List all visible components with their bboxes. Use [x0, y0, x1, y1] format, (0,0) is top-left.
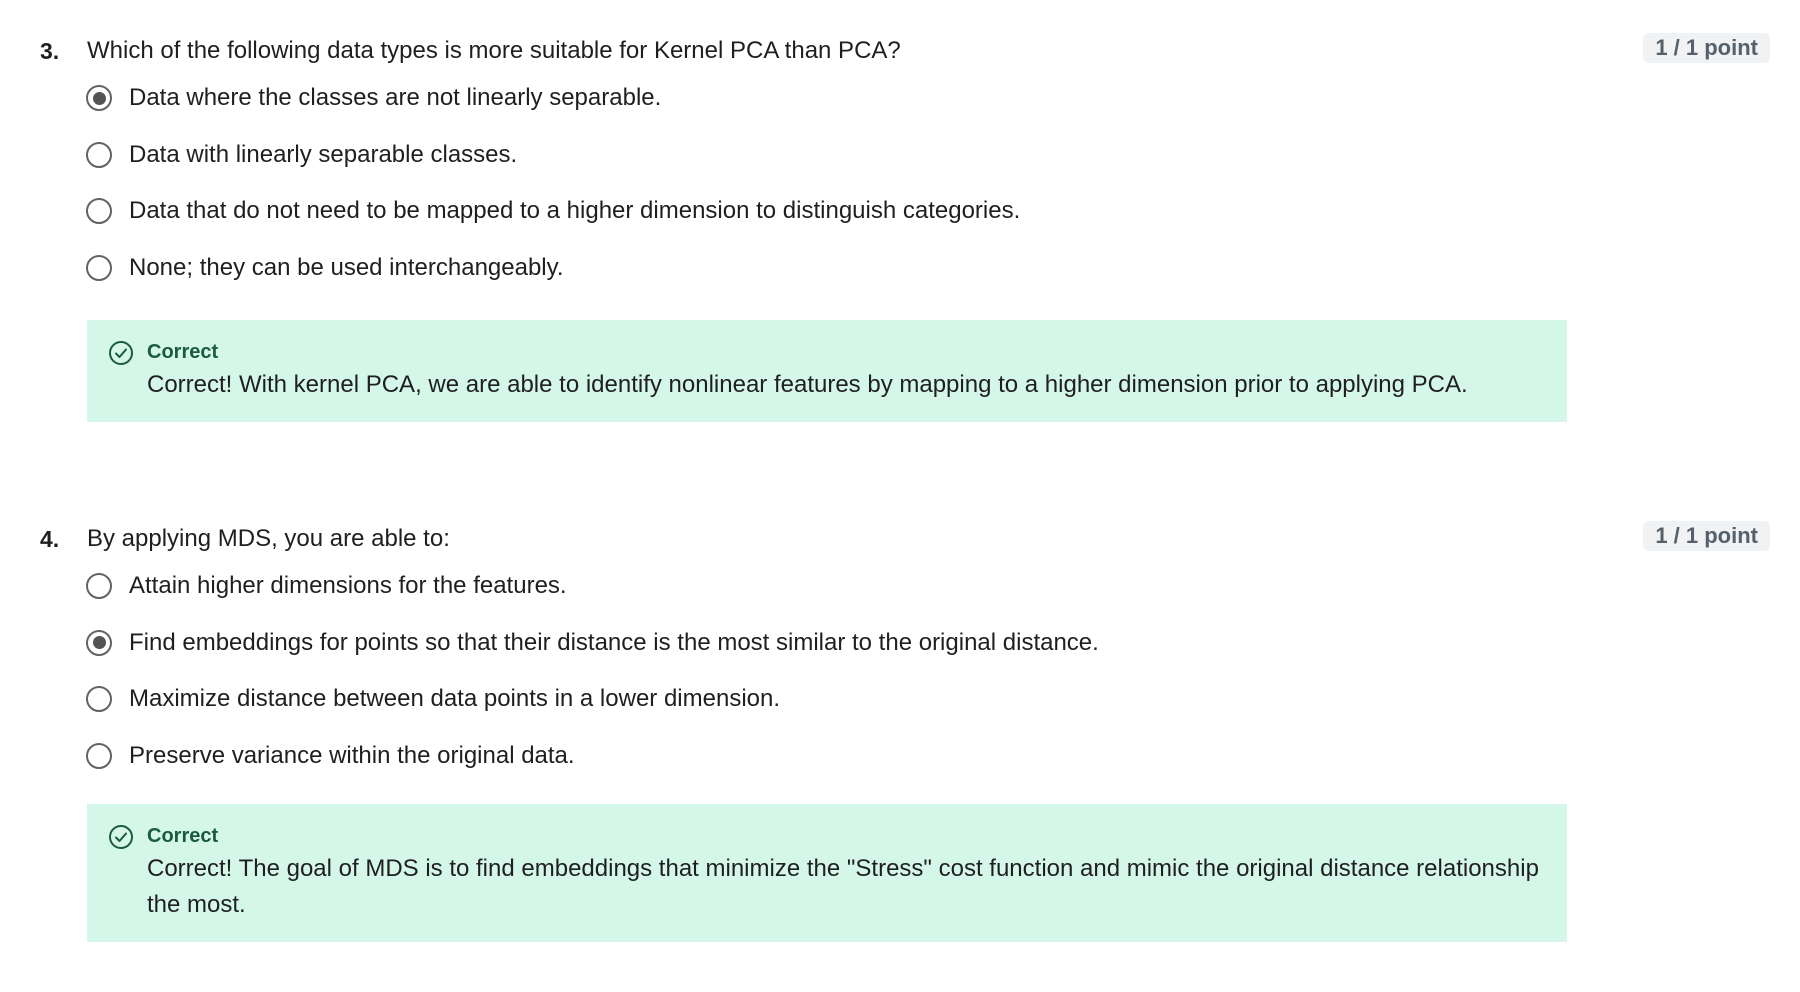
radio-button[interactable] [86, 742, 112, 769]
answer-option-label: Attain higher dimensions for the feature… [129, 572, 567, 599]
radio-button[interactable] [86, 573, 112, 599]
answer-option[interactable]: Attain higher dimensions for the feature… [86, 572, 1099, 629]
question-4: 4. By applying MDS, you are able to: 1 /… [0, 518, 1800, 942]
answer-option[interactable]: Preserve variance within the original da… [86, 742, 1099, 799]
answer-option-label: Data where the classes are not linearly … [129, 84, 662, 111]
feedback-correct: Correct Correct! The goal of MDS is to f… [87, 804, 1567, 942]
answer-option[interactable]: Data with linearly separable classes. [86, 141, 1020, 198]
question-header: 4. By applying MDS, you are able to: 1 /… [0, 518, 1800, 562]
answer-option[interactable]: Maximize distance between data points in… [86, 685, 1099, 742]
answer-option[interactable]: Find embeddings for points so that their… [86, 629, 1099, 686]
feedback-correct: Correct Correct! With kernel PCA, we are… [87, 320, 1567, 422]
radio-button[interactable] [86, 141, 112, 168]
radio-button[interactable] [86, 254, 112, 281]
answer-option-label: Find embeddings for points so that their… [129, 628, 1099, 656]
answer-option[interactable]: Data that do not need to be mapped to a … [86, 197, 1020, 254]
question-text: Which of the following data types is mor… [87, 37, 901, 64]
question-number: 3. [40, 38, 60, 64]
answer-option-label: Preserve variance within the original da… [129, 741, 575, 769]
radio-button-selected[interactable] [86, 629, 112, 656]
radio-button[interactable] [86, 198, 112, 224]
points-badge: 1 / 1 point [1643, 33, 1770, 63]
check-circle-icon [109, 825, 133, 849]
answer-option-label: Maximize distance between data points in… [129, 685, 781, 712]
question-number: 4. [40, 526, 60, 552]
feedback-title: Correct [147, 825, 219, 847]
feedback-title: Correct [147, 341, 219, 363]
answer-option-label: Data that do not need to be mapped to a … [129, 197, 1021, 224]
answer-option-label: None; they can be used interchangeably. [129, 253, 564, 281]
feedback-text: Correct! With kernel PCA, we are able to… [147, 371, 1468, 398]
answer-options: Data where the classes are not linearly … [86, 84, 1020, 310]
question-3: 3. Which of the following data types is … [0, 30, 1800, 422]
check-circle-icon [109, 341, 133, 365]
answer-option[interactable]: Data where the classes are not linearly … [86, 84, 1020, 141]
question-header: 3. Which of the following data types is … [0, 30, 1800, 74]
answer-option-label: Data with linearly separable classes. [129, 140, 518, 168]
feedback-text: Correct! The goal of MDS is to find embe… [147, 855, 1539, 918]
answer-option[interactable]: None; they can be used interchangeably. [86, 254, 1020, 311]
answer-options: Attain higher dimensions for the feature… [86, 572, 1099, 798]
radio-button[interactable] [86, 686, 112, 712]
radio-button-selected[interactable] [86, 85, 112, 111]
question-text: By applying MDS, you are able to: [87, 525, 450, 552]
points-badge: 1 / 1 point [1643, 521, 1770, 551]
